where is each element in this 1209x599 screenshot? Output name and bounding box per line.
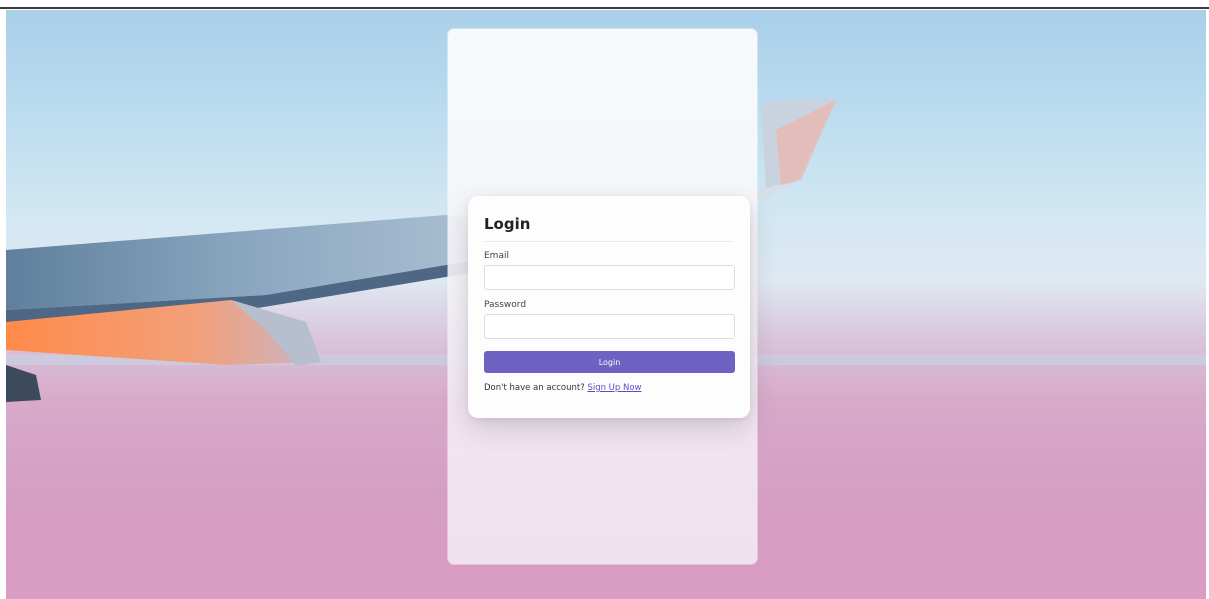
password-field[interactable]: [484, 314, 735, 339]
login-button[interactable]: Login: [484, 351, 735, 373]
email-label: Email: [484, 251, 509, 261]
signup-prompt: Don't have an account?: [484, 383, 585, 393]
signup-prompt-line: Don't have an account? Sign Up Now: [484, 382, 734, 394]
password-label: Password: [484, 300, 527, 310]
login-card: Login Email Password Login Don't have an…: [468, 196, 750, 418]
login-title: Login: [484, 215, 531, 233]
window-top-border: [0, 0, 1209, 9]
signup-link[interactable]: Sign Up Now: [587, 383, 641, 393]
title-divider: [484, 241, 734, 242]
email-field[interactable]: [484, 265, 735, 290]
